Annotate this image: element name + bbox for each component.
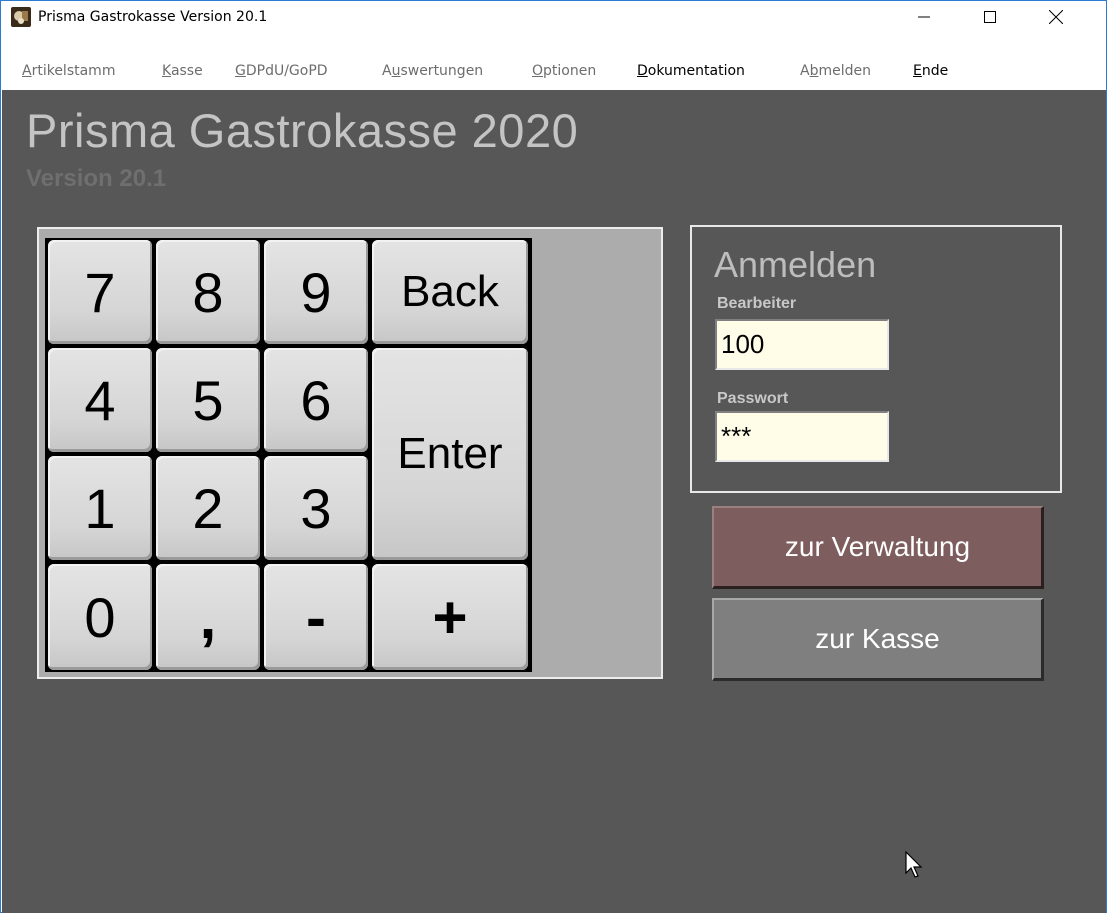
application-window: Prisma Gastrokasse Version 20.1 Artikels… [0, 0, 1107, 913]
minimize-button[interactable] [901, 1, 947, 33]
key-back[interactable]: Back [372, 240, 528, 344]
page-title: Prisma Gastrokasse 2020 [26, 104, 579, 157]
maximize-icon [984, 11, 996, 23]
key-7[interactable]: 7 [48, 240, 152, 344]
mouse-pointer-icon [905, 850, 925, 881]
verwaltung-button[interactable]: zur Verwaltung [712, 506, 1044, 589]
password-field[interactable] [715, 411, 889, 462]
menu-bar: Artikelstamm Kasse GDPdU/GoPD Auswertung… [1, 63, 1106, 89]
minimize-icon [918, 16, 930, 18]
menu-kasse[interactable]: Kasse [162, 63, 203, 79]
menu-auswertungen[interactable]: Auswertungen [382, 63, 483, 79]
menu-ende[interactable]: Ende [913, 63, 948, 79]
menu-artikelstamm[interactable]: Artikelstamm [22, 63, 115, 79]
menu-dokumentation[interactable]: Dokumentation [637, 63, 745, 79]
login-title: Anmelden [714, 244, 877, 285]
user-label: Bearbeiter [717, 295, 797, 312]
key-comma[interactable]: , [156, 564, 260, 670]
key-1[interactable]: 1 [48, 456, 152, 560]
user-field[interactable] [715, 319, 889, 370]
version-label: Version 20.1 [26, 165, 167, 192]
key-8[interactable]: 8 [156, 240, 260, 344]
key-4[interactable]: 4 [48, 348, 152, 452]
menu-abmelden[interactable]: Abmelden [800, 63, 871, 79]
key-6[interactable]: 6 [264, 348, 368, 452]
window-title: Prisma Gastrokasse Version 20.1 [38, 9, 268, 25]
password-label: Passwort [717, 390, 789, 407]
key-9[interactable]: 9 [264, 240, 368, 344]
key-enter[interactable]: Enter [372, 348, 528, 560]
menu-gdpdu-gopd[interactable]: GDPdU/GoPD [235, 63, 328, 79]
title-bar[interactable]: Prisma Gastrokasse Version 20.1 [1, 1, 1106, 33]
key-5[interactable]: 5 [156, 348, 260, 452]
key-2[interactable]: 2 [156, 456, 260, 560]
maximize-button[interactable] [967, 1, 1013, 33]
key-3[interactable]: 3 [264, 456, 368, 560]
kasse-button[interactable]: zur Kasse [712, 598, 1044, 681]
key-minus[interactable]: - [264, 564, 368, 670]
app-logo-icon [11, 7, 31, 27]
key-0[interactable]: 0 [48, 564, 152, 670]
close-button[interactable] [1033, 1, 1079, 33]
key-plus[interactable]: + [372, 564, 528, 670]
menu-optionen[interactable]: Optionen [532, 63, 596, 79]
close-icon [1049, 10, 1063, 24]
